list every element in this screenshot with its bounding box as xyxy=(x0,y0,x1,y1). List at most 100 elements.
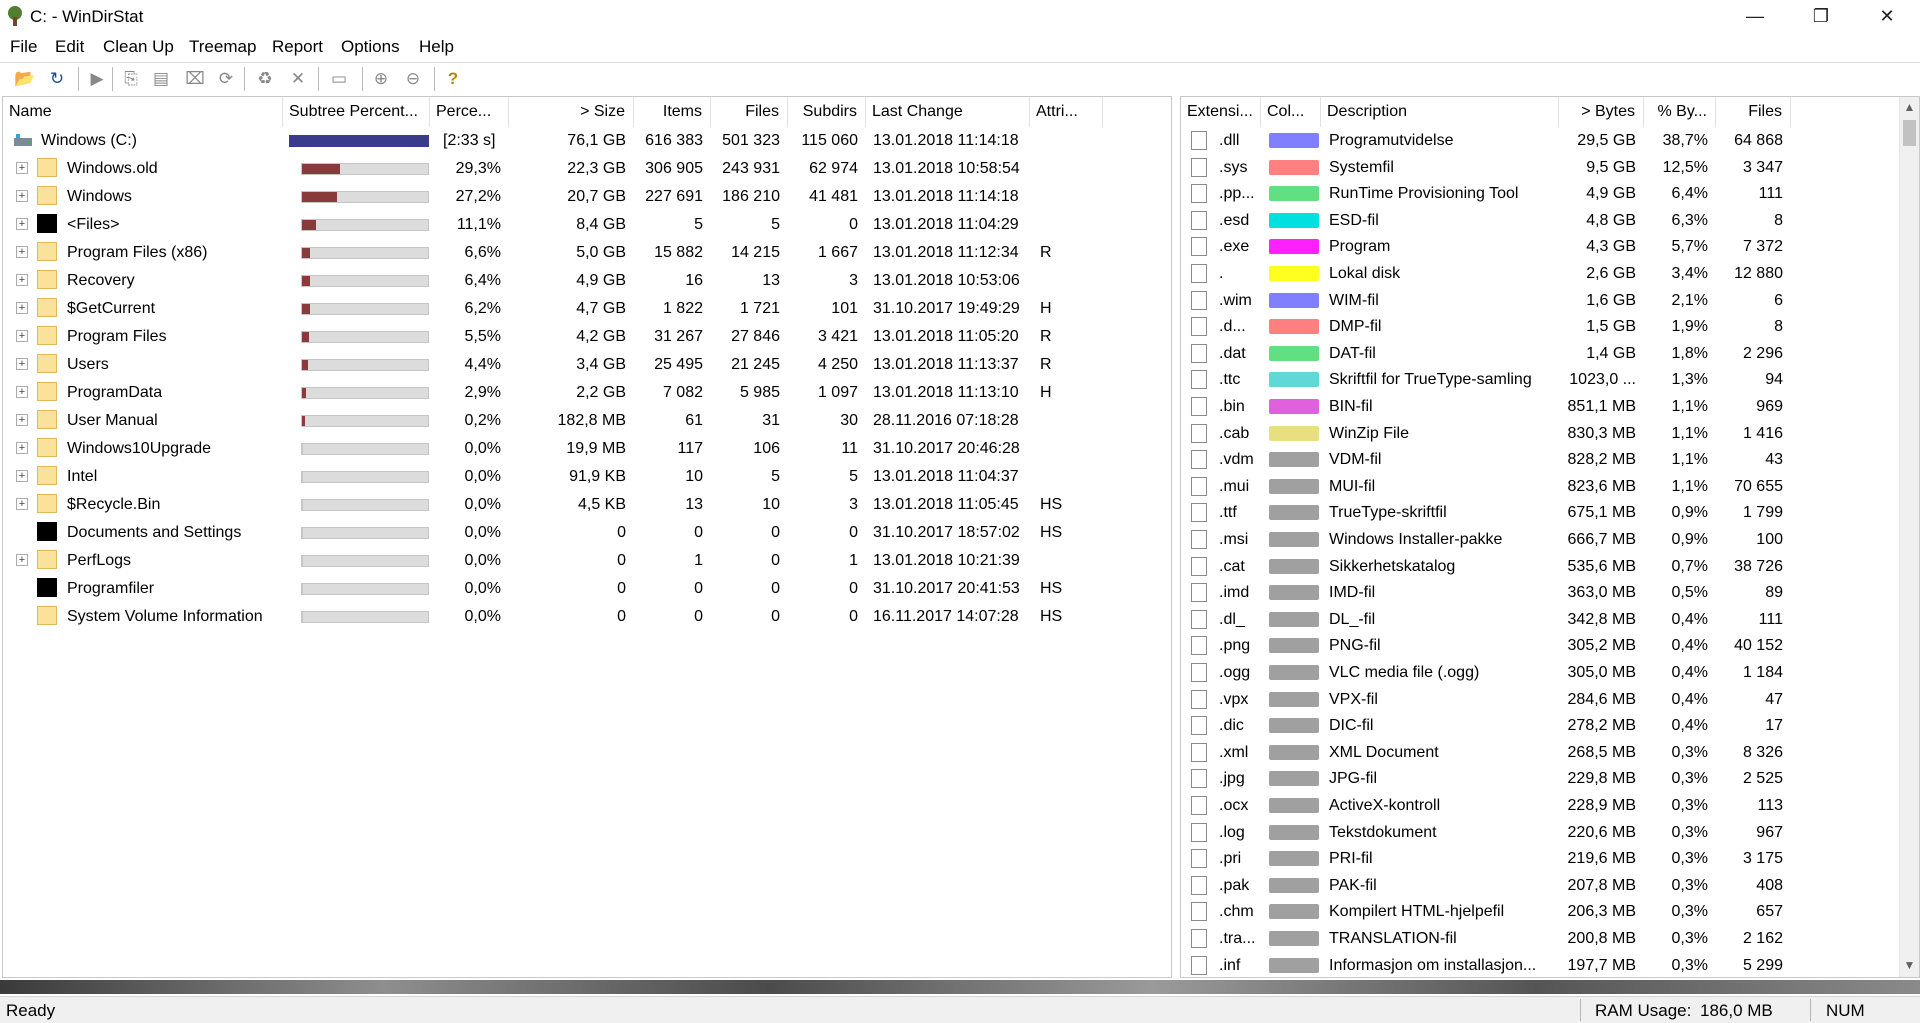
tree-row[interactable]: + PerfLogs 0,0% 0 1 0 1 13.01.2018 10:21:39 xyxy=(3,547,1171,574)
menu-clean-up[interactable]: Clean Up xyxy=(103,37,174,57)
tree-row[interactable]: Programfiler 0,0% 0 0 0 0 31.10.2017 20:41:53 H… xyxy=(3,575,1171,602)
extension-row[interactable]: .vpx VPX-fil 284,6 MB 0,4% 47 xyxy=(1181,686,1899,713)
extension-row[interactable]: .esd ESD-fil 4,8 GB 6,3% 8 xyxy=(1181,207,1899,234)
scroll-up-icon[interactable]: ▲ xyxy=(1900,97,1919,117)
extension-row[interactable]: .dl_ DL_-fil 342,8 MB 0,4% 111 xyxy=(1181,606,1899,633)
extension-row[interactable]: .cat Sikkerhetskatalog 535,6 MB 0,7% 38 726 xyxy=(1181,553,1899,580)
properties-icon[interactable]: ▭ xyxy=(326,66,352,92)
tree-row[interactable]: + User Manual 0,2% 182,8 MB 61 31 30 28.11.2016… xyxy=(3,407,1171,434)
expand-toggle[interactable]: + xyxy=(16,470,28,482)
column-header-bytes[interactable]: > Bytes xyxy=(1559,97,1644,127)
extension-row[interactable]: .mui MUI-fil 823,6 MB 1,1% 70 655 xyxy=(1181,473,1899,500)
play-icon[interactable]: ▶ xyxy=(84,66,110,92)
expand-toggle[interactable]: + xyxy=(16,386,28,398)
restore-button[interactable]: ❐ xyxy=(1788,0,1854,32)
directory-list[interactable]: Name Subtree Percent... Perce... > Size … xyxy=(2,96,1172,978)
extension-row[interactable]: .dic DIC-fil 278,2 MB 0,4% 17 xyxy=(1181,712,1899,739)
expand-toggle[interactable]: + xyxy=(16,442,28,454)
tree-row[interactable]: + Windows.old 29,3% 22,3 GB 306 905 243 931 62… xyxy=(3,155,1171,182)
extension-row[interactable]: .jpg JPG-fil 229,8 MB 0,3% 2 525 xyxy=(1181,765,1899,792)
extension-row[interactable]: .exe Program 4,3 GB 5,7% 7 372 xyxy=(1181,233,1899,260)
extension-row[interactable]: .dll Programutvidelse 29,5 GB 38,7% 64 868 xyxy=(1181,127,1899,154)
column-header-subtree-percent[interactable]: Subtree Percent... xyxy=(283,97,430,127)
expand-toggle[interactable]: + xyxy=(16,162,28,174)
expand-toggle[interactable]: + xyxy=(16,302,28,314)
tree-row[interactable]: + $GetCurrent 6,2% 4,7 GB 1 822 1 721 101 31.10… xyxy=(3,295,1171,322)
column-header-last-change[interactable]: Last Change xyxy=(866,97,1030,127)
expand-toggle[interactable]: + xyxy=(16,218,28,230)
extension-row[interactable]: .ogg VLC media file (.ogg) 305,0 MB 0,4% 1 1… xyxy=(1181,659,1899,686)
zoom-in-icon[interactable]: ⊕ xyxy=(368,66,394,92)
extension-row[interactable]: .pri PRI-fil 219,6 MB 0,3% 3 175 xyxy=(1181,845,1899,872)
recycle-icon[interactable]: ♻ xyxy=(252,66,278,92)
expand-toggle[interactable]: + xyxy=(16,274,28,286)
extension-row[interactable]: .png PNG-fil 305,2 MB 0,4% 40 152 xyxy=(1181,632,1899,659)
extension-row[interactable]: .d... DMP-fil 1,5 GB 1,9% 8 xyxy=(1181,313,1899,340)
menu-help[interactable]: Help xyxy=(419,37,454,57)
expand-toggle[interactable]: + xyxy=(16,498,28,510)
explorer-icon[interactable]: ▤ xyxy=(148,66,174,92)
tree-root-row[interactable]: Windows (C:) [2:33 s] 76,1 GB 616 383 501 32… xyxy=(3,127,1171,154)
command-prompt-icon[interactable]: ⌧ xyxy=(182,66,208,92)
tree-row[interactable]: + Windows 27,2% 20,7 GB 227 691 186 210 41 481… xyxy=(3,183,1171,210)
extension-row[interactable]: .log Tekstdokument 220,6 MB 0,3% 967 xyxy=(1181,819,1899,846)
zoom-out-icon[interactable]: ⊖ xyxy=(400,66,426,92)
tree-row[interactable]: System Volume Information 0,0% 0 0 0 0 16.11.2… xyxy=(3,603,1171,630)
expand-toggle[interactable]: + xyxy=(16,190,28,202)
column-header-files[interactable]: Files xyxy=(711,97,788,127)
extension-row[interactable]: .ttc Skriftfil for TrueType-samling 1023,0… xyxy=(1181,366,1899,393)
extension-row[interactable]: . Lokal disk 2,6 GB 3,4% 12 880 xyxy=(1181,260,1899,287)
tree-row[interactable]: + Program Files 5,5% 4,2 GB 31 267 27 846 3 42… xyxy=(3,323,1171,350)
menu-edit[interactable]: Edit xyxy=(55,37,84,57)
column-header-attributes[interactable]: Attri... xyxy=(1030,97,1103,127)
tree-row[interactable]: + $Recycle.Bin 0,0% 4,5 KB 13 10 3 13.01.2018 1… xyxy=(3,491,1171,518)
tree-row[interactable]: + Program Files (x86) 6,6% 5,0 GB 15 882 14 2… xyxy=(3,239,1171,266)
column-header-percentage[interactable]: Perce... xyxy=(430,97,509,127)
scroll-down-icon[interactable]: ▼ xyxy=(1900,955,1919,975)
tree-row[interactable]: + Users 4,4% 3,4 GB 25 495 21 245 4 250 13.01.2… xyxy=(3,351,1171,378)
extension-row[interactable]: .imd IMD-fil 363,0 MB 0,5% 89 xyxy=(1181,579,1899,606)
extension-row[interactable]: .cab WinZip File 830,3 MB 1,1% 1 416 xyxy=(1181,420,1899,447)
tree-row[interactable]: + Intel 0,0% 91,9 KB 10 5 5 13.01.2018 11:04:37 xyxy=(3,463,1171,490)
tree-row[interactable]: + ProgramData 2,9% 2,2 GB 7 082 5 985 1 097 13.… xyxy=(3,379,1171,406)
refresh-icon[interactable]: ↻ xyxy=(44,66,70,92)
extension-row[interactable]: .pak PAK-fil 207,8 MB 0,3% 408 xyxy=(1181,872,1899,899)
column-header-percent-bytes[interactable]: % By... xyxy=(1644,97,1716,127)
minimize-button[interactable]: — xyxy=(1722,0,1788,32)
menu-treemap[interactable]: Treemap xyxy=(189,37,256,57)
column-header-files[interactable]: Files xyxy=(1716,97,1791,127)
extension-row[interactable]: .bin BIN-fil 851,1 MB 1,1% 969 xyxy=(1181,393,1899,420)
column-header-color[interactable]: Col... xyxy=(1261,97,1321,127)
column-header-extension[interactable]: Extensi... xyxy=(1181,97,1261,127)
expand-toggle[interactable]: + xyxy=(16,358,28,370)
close-button[interactable]: ✕ xyxy=(1854,0,1920,32)
help-icon[interactable]: ? xyxy=(440,66,466,92)
extension-row[interactable]: .pp... RunTime Provisioning Tool 4,9 GB 6,4… xyxy=(1181,180,1899,207)
column-header-items[interactable]: Items xyxy=(634,97,711,127)
delete-icon[interactable]: ✕ xyxy=(285,66,311,92)
extension-row[interactable]: .ocx ActiveX-kontroll 228,9 MB 0,3% 113 xyxy=(1181,792,1899,819)
menu-file[interactable]: File xyxy=(10,37,37,57)
tree-row[interactable]: Documents and Settings 0,0% 0 0 0 0 31.10.2017… xyxy=(3,519,1171,546)
refresh-selected-icon[interactable]: ⟳ xyxy=(213,66,239,92)
tree-row[interactable]: + Recovery 6,4% 4,9 GB 16 13 3 13.01.2018 10:53… xyxy=(3,267,1171,294)
extension-row[interactable]: .vdm VDM-fil 828,2 MB 1,1% 43 xyxy=(1181,446,1899,473)
expand-toggle[interactable]: + xyxy=(16,330,28,342)
copy-path-icon[interactable]: ⎘ xyxy=(118,66,144,92)
tree-row[interactable]: + <Files> 11,1% 8,4 GB 5 5 0 13.01.2018 11:04:2… xyxy=(3,211,1171,238)
extension-scrollbar[interactable]: ▲ ▼ xyxy=(1899,97,1919,977)
column-header-description[interactable]: Description xyxy=(1321,97,1559,127)
expand-toggle[interactable]: + xyxy=(16,246,28,258)
tree-row[interactable]: + Windows10Upgrade 0,0% 19,9 MB 117 106 11 31.1… xyxy=(3,435,1171,462)
extension-row[interactable]: .msi Windows Installer-pakke 666,7 MB 0,9% 1… xyxy=(1181,526,1899,553)
column-header-subdirs[interactable]: Subdirs xyxy=(788,97,866,127)
expand-toggle[interactable]: + xyxy=(16,554,28,566)
column-header-size[interactable]: > Size xyxy=(509,97,634,127)
extension-row[interactable]: .tra... TRANSLATION-fil 200,8 MB 0,3% 2 162 xyxy=(1181,925,1899,952)
treemap-view[interactable] xyxy=(0,980,1920,994)
extension-row[interactable]: .sys Systemfil 9,5 GB 12,5% 3 347 xyxy=(1181,154,1899,181)
extension-row[interactable]: .dat DAT-fil 1,4 GB 1,8% 2 296 xyxy=(1181,340,1899,367)
menu-report[interactable]: Report xyxy=(272,37,323,57)
extension-row[interactable]: .chm Kompilert HTML-hjelpefil 206,3 MB 0,3%… xyxy=(1181,898,1899,925)
menu-options[interactable]: Options xyxy=(341,37,400,57)
